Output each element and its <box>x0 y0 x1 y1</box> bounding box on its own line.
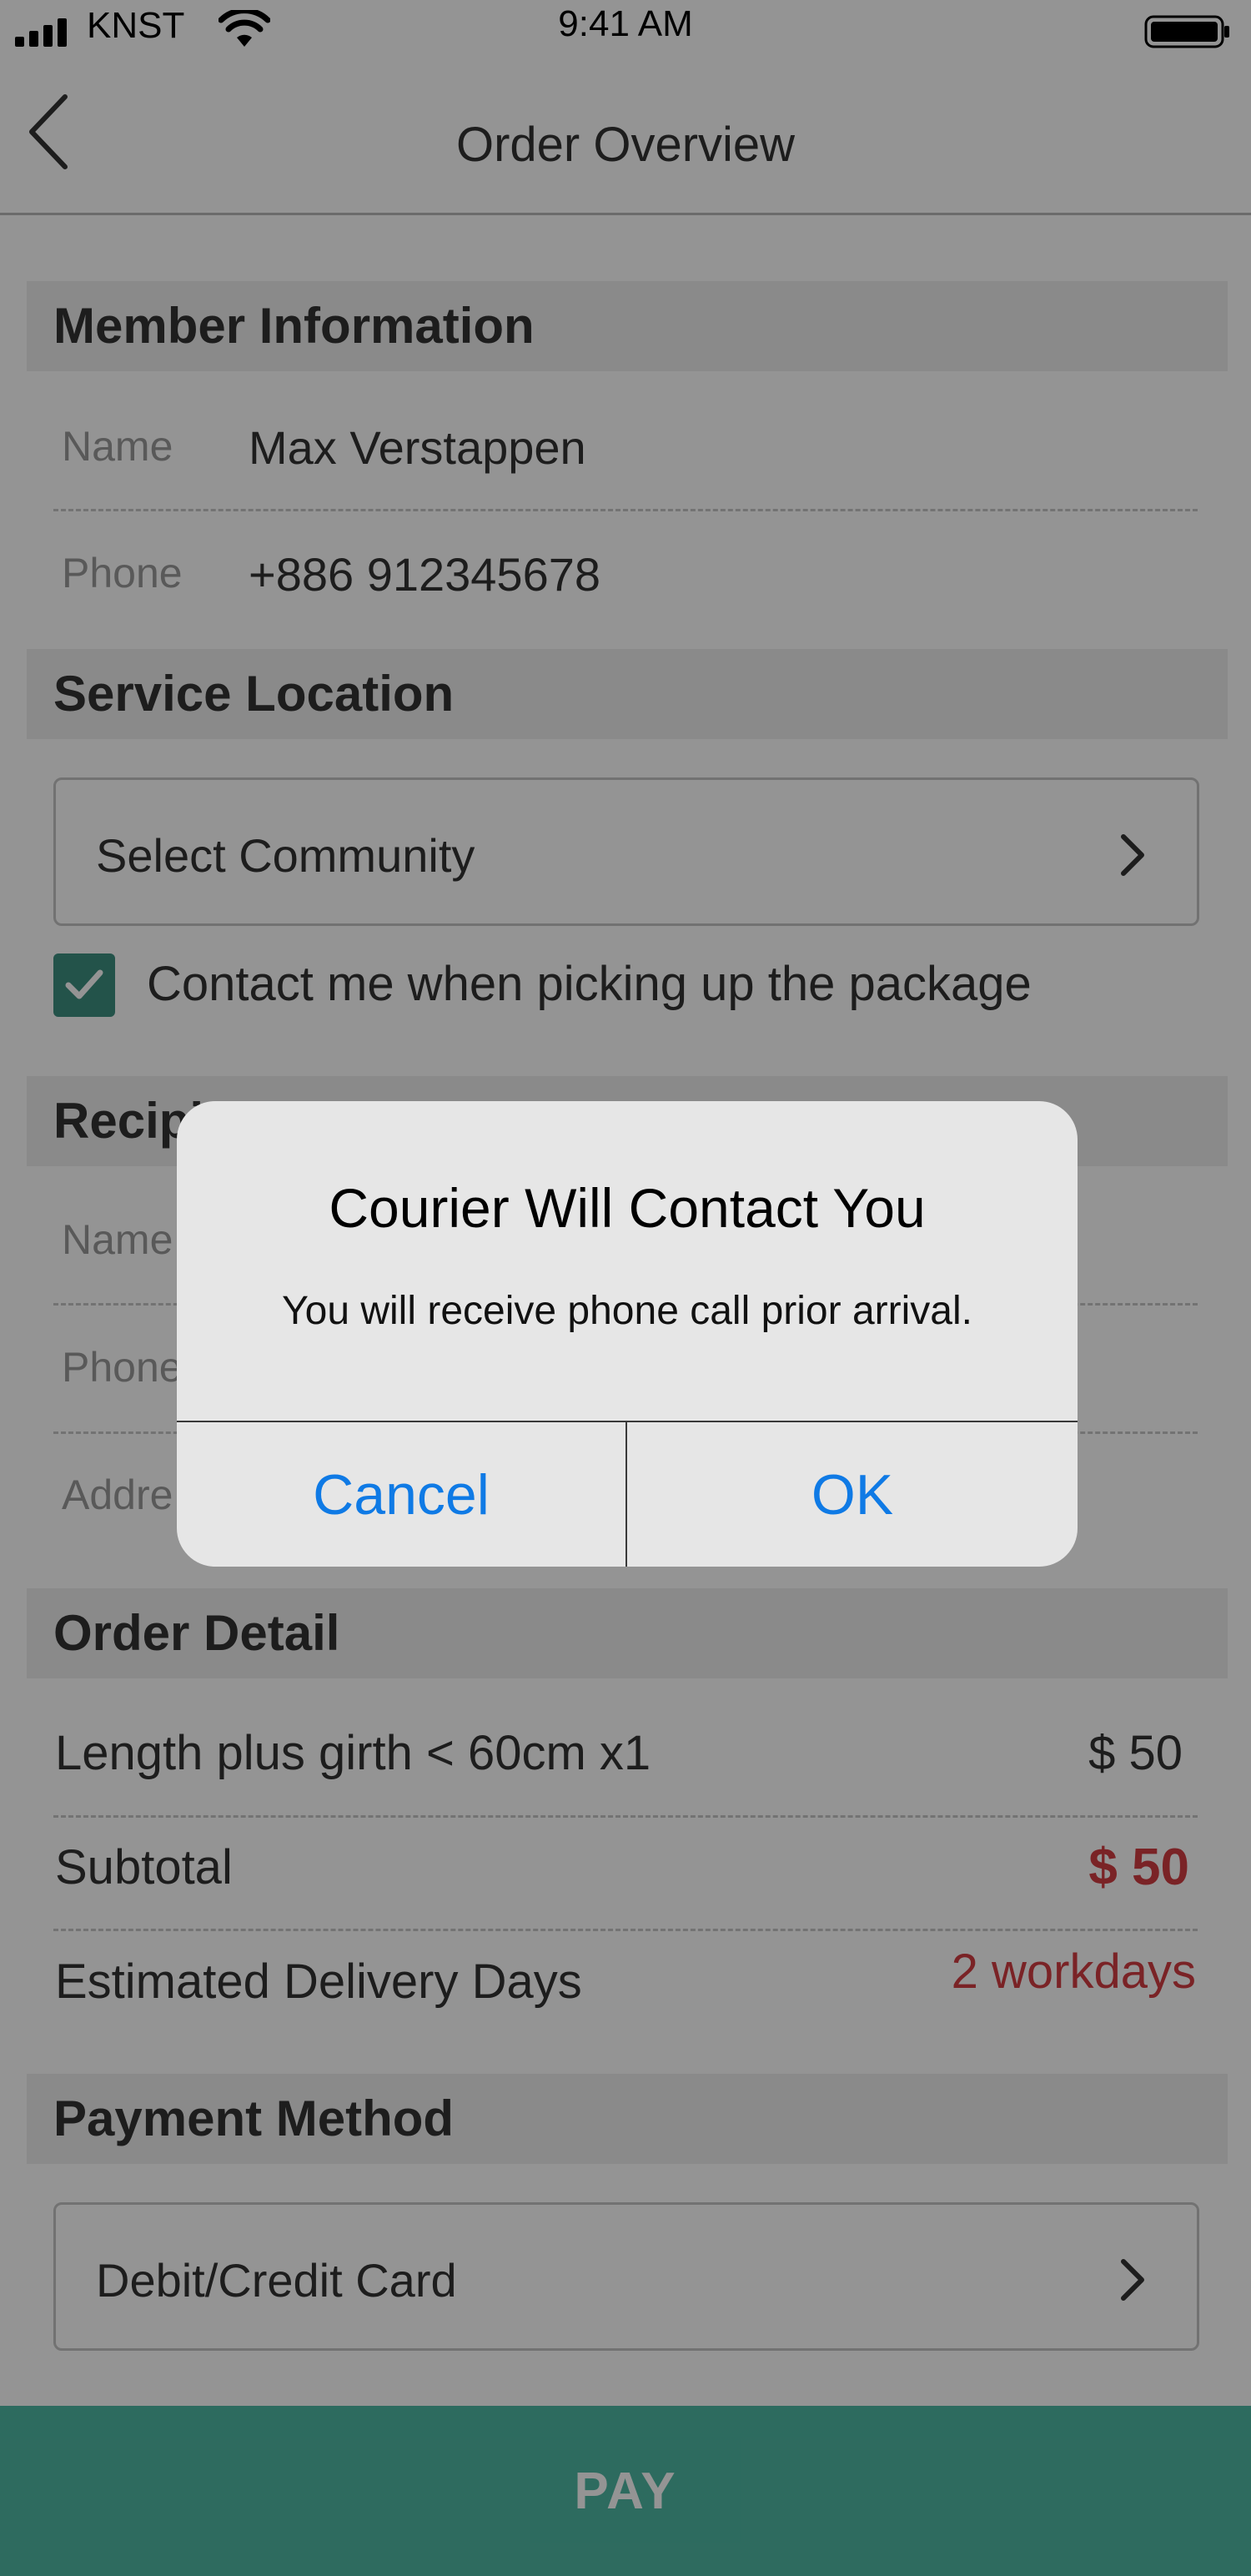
alert-ok-button[interactable]: OK <box>627 1422 1078 1567</box>
alert-cancel-button[interactable]: Cancel <box>177 1422 626 1567</box>
alert-title: Courier Will Contact You <box>329 1177 926 1239</box>
courier-contact-alert: Courier Will Contact You You will receiv… <box>177 1101 1078 1567</box>
alert-message: You will receive phone call prior arriva… <box>282 1289 972 1333</box>
